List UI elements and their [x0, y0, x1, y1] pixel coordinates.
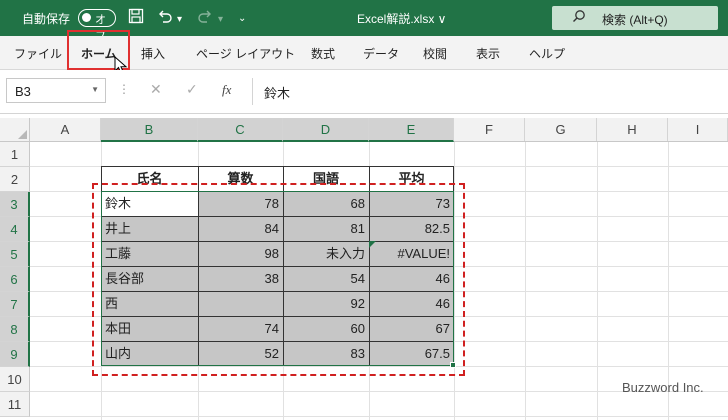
row-header-2[interactable]: 2: [0, 167, 30, 192]
row-header-7[interactable]: 7: [0, 292, 30, 317]
column-header-i[interactable]: I: [668, 118, 728, 141]
column-header-g[interactable]: G: [525, 118, 597, 141]
formula-bar: B3 ▼ ⋮ ✕ ✓ fx 鈴木: [0, 70, 728, 114]
row-header-5[interactable]: 5: [0, 242, 30, 267]
grid-line: [525, 142, 526, 420]
undo-icon[interactable]: [157, 8, 173, 29]
row-header-4[interactable]: 4: [0, 217, 30, 242]
grid-line: [597, 142, 598, 420]
column-header-bar: A B C D E F G H I: [0, 118, 728, 142]
check-icon[interactable]: ✓: [186, 81, 198, 98]
column-header-b[interactable]: B: [101, 118, 198, 142]
corner-triangle-icon: [18, 130, 27, 139]
column-header-d[interactable]: D: [283, 118, 369, 142]
tab-data[interactable]: データ: [363, 45, 399, 62]
save-icon[interactable]: [128, 8, 144, 29]
column-header-e[interactable]: E: [369, 118, 454, 142]
grid-line: [668, 142, 669, 420]
tab-view[interactable]: 表示: [476, 45, 500, 62]
select-all-button[interactable]: [0, 118, 30, 141]
autosave-label: 自動保存: [22, 12, 71, 26]
column-header-a[interactable]: A: [30, 118, 101, 141]
autosave-toggle[interactable]: オフ: [78, 9, 116, 42]
name-box-value: B3: [15, 84, 31, 99]
row-header-9[interactable]: 9: [0, 342, 30, 367]
name-box[interactable]: B3 ▼: [6, 78, 106, 103]
row-header-1[interactable]: 1: [0, 142, 30, 167]
tab-page-layout[interactable]: ページ レイアウト: [196, 45, 295, 62]
watermark: Buzzword Inc.: [622, 380, 704, 395]
undo-dropdown-icon[interactable]: ▾: [177, 11, 182, 29]
redo-dropdown-icon: ▾: [218, 14, 224, 25]
search-box[interactable]: 検索 (Alt+Q): [552, 6, 718, 30]
column-header-f[interactable]: F: [454, 118, 525, 141]
tab-review[interactable]: 校閲: [423, 45, 447, 62]
redo-icon: [197, 8, 213, 29]
more-options-icon[interactable]: ⋮: [118, 82, 130, 96]
insert-function-button[interactable]: fx: [222, 82, 231, 98]
tab-insert[interactable]: 挿入: [141, 45, 165, 62]
formula-input[interactable]: 鈴木: [264, 83, 290, 102]
name-box-dropdown-icon[interactable]: ▼: [91, 85, 99, 94]
tab-formulas[interactable]: 数式: [311, 45, 335, 62]
toggle-knob: [82, 13, 91, 22]
search-icon: [572, 9, 586, 26]
tab-help[interactable]: ヘルプ: [529, 45, 565, 62]
column-header-c[interactable]: C: [198, 118, 283, 142]
column-header-h[interactable]: H: [597, 118, 668, 141]
row-header-8[interactable]: 8: [0, 317, 30, 342]
document-title[interactable]: Excel解説.xlsx ∨: [357, 10, 446, 27]
annotation-dashed-box: [92, 183, 465, 376]
row-header-10[interactable]: 10: [0, 367, 30, 392]
grid-line: [30, 416, 728, 417]
tab-file[interactable]: ファイル: [14, 45, 62, 62]
close-icon[interactable]: ✕: [150, 81, 162, 98]
chevron-down-icon[interactable]: ⌄: [238, 10, 246, 28]
search-placeholder: 検索 (Alt+Q): [602, 13, 668, 27]
formula-bar-divider: [252, 78, 253, 105]
row-header-3[interactable]: 3: [0, 192, 30, 217]
row-header-11[interactable]: 11: [0, 392, 30, 417]
row-header-6[interactable]: 6: [0, 267, 30, 292]
